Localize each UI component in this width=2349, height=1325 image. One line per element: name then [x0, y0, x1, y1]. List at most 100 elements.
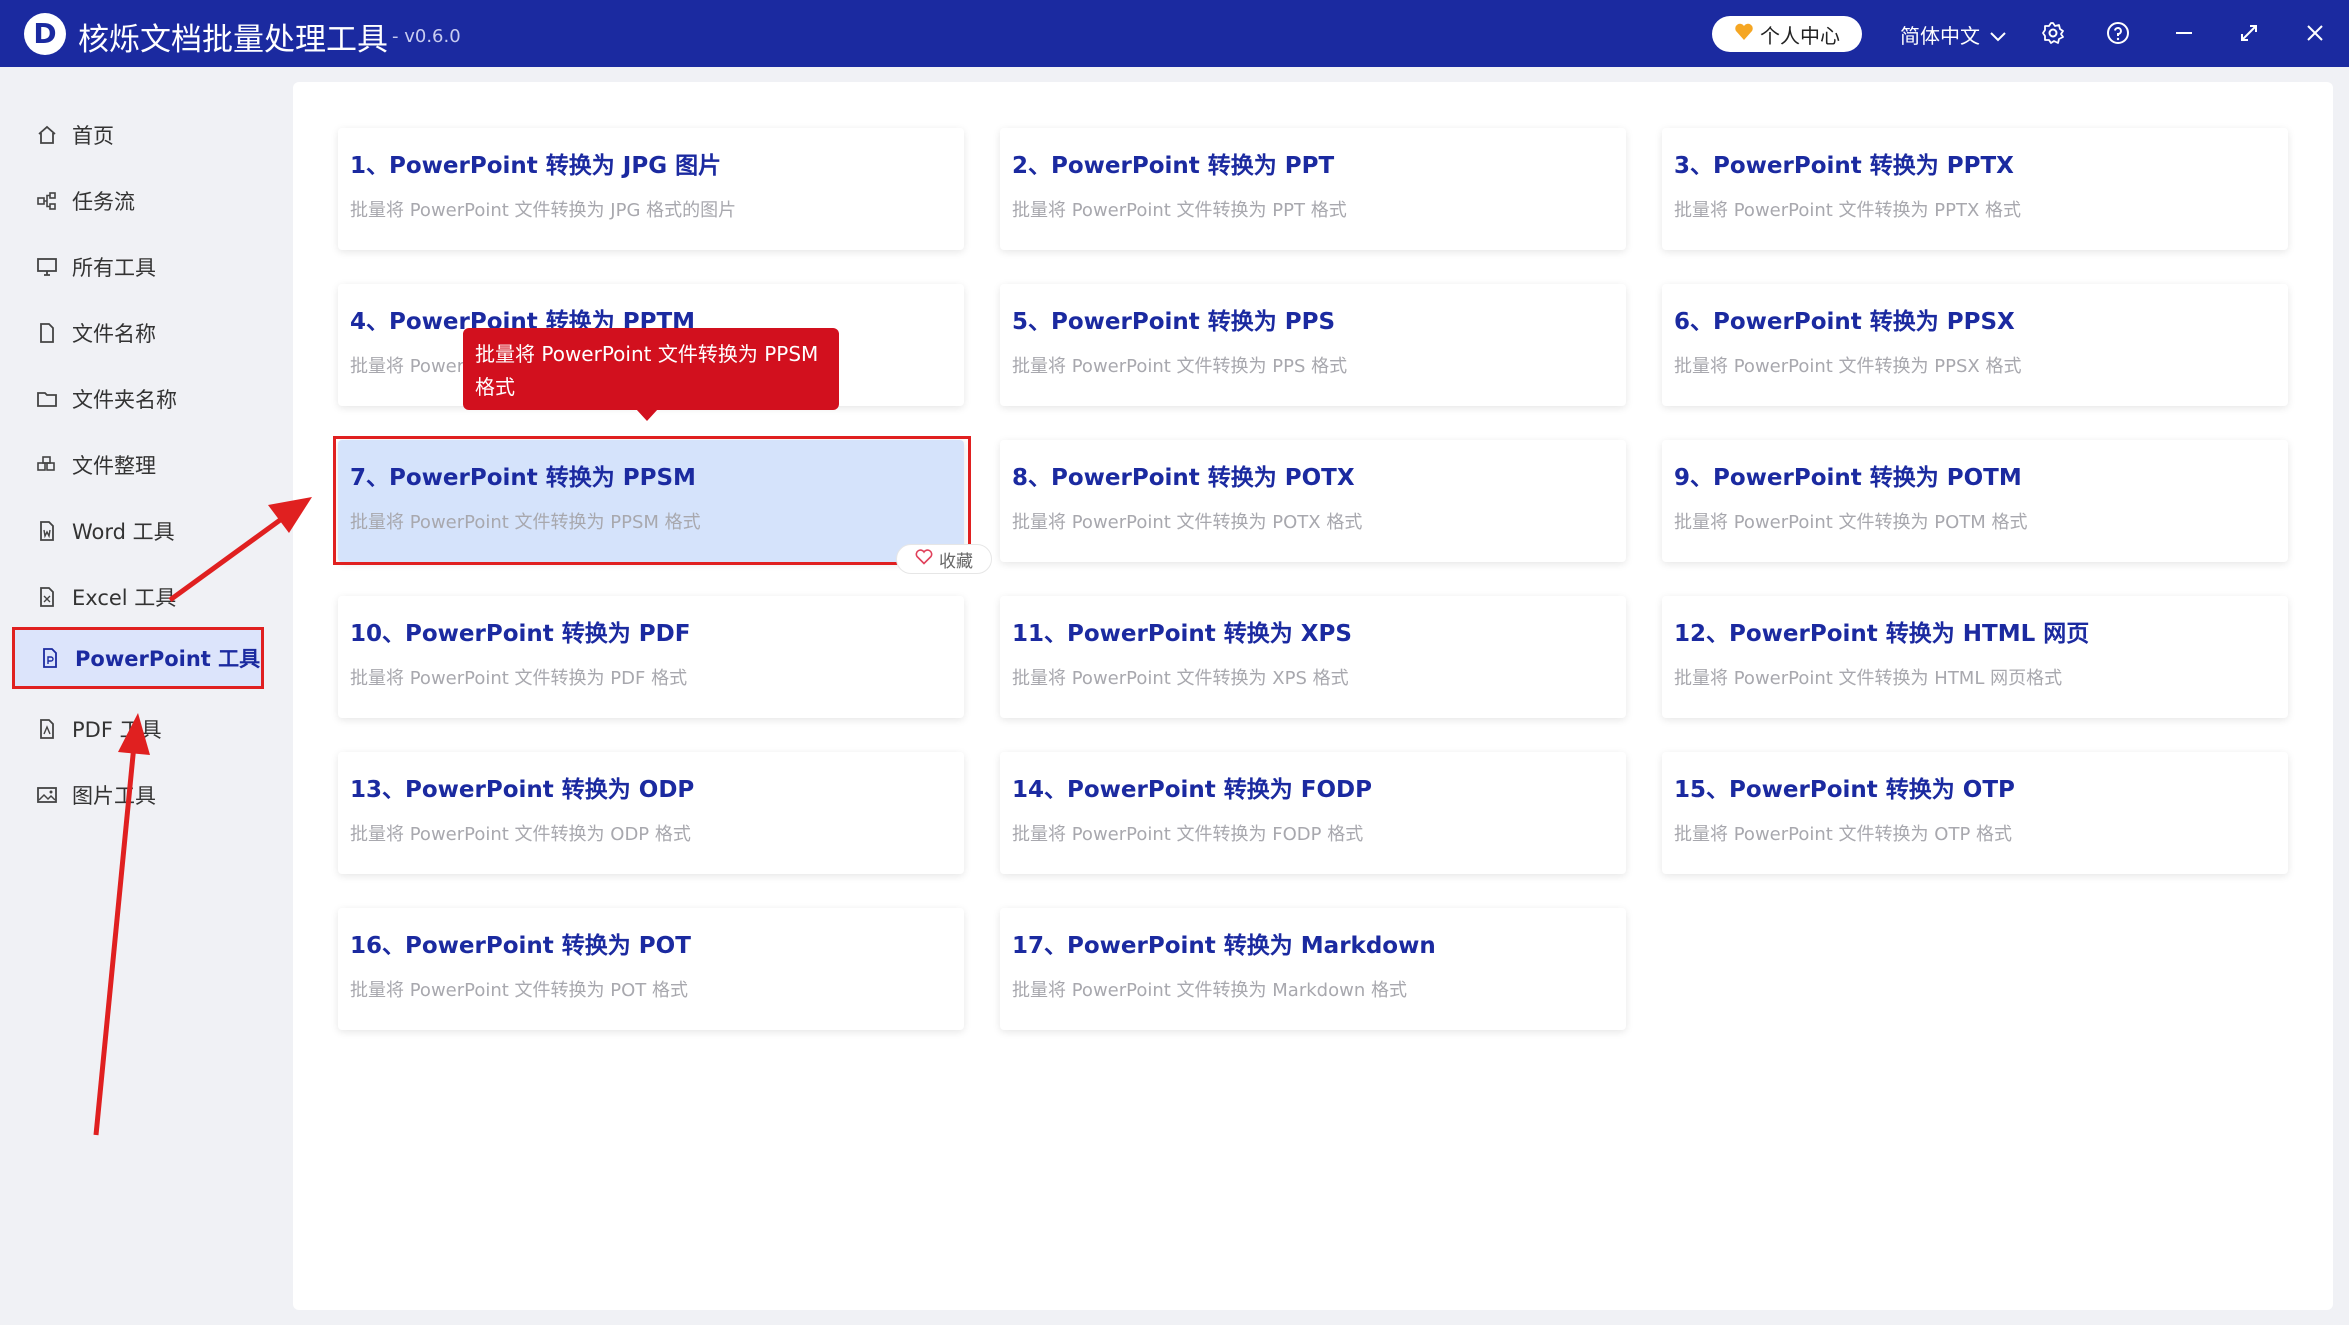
chevron-down-icon [1990, 23, 2006, 47]
tool-card-desc: 批量将 PowerPoint 文件转换为 FODP 格式 [1012, 824, 1364, 845]
sidebar-item-label: PDF 工具 [72, 718, 162, 742]
tool-card-ppt-to-jpg[interactable]: 1、PowerPoint 转换为 JPG 图片 批量将 PowerPoint 文… [338, 128, 964, 250]
tool-card-ppt-to-pdf[interactable]: 10、PowerPoint 转换为 PDF 批量将 PowerPoint 文件转… [338, 596, 964, 718]
sidebar-item-file-organize[interactable]: 文件整理 [12, 434, 264, 496]
tool-card-title: 15、PowerPoint 转换为 OTP [1674, 777, 2015, 803]
tool-card-title: 9、PowerPoint 转换为 POTM [1674, 465, 2022, 491]
tool-card-ppt-to-pot[interactable]: 16、PowerPoint 转换为 POT 批量将 PowerPoint 文件转… [338, 908, 964, 1030]
tool-card-ppt-to-potm[interactable]: 9、PowerPoint 转换为 POTM 批量将 PowerPoint 文件转… [1662, 440, 2288, 562]
tool-card-desc: 批量将 PowerPoint 文件转换为 Markdown 格式 [1012, 980, 1407, 1001]
favorite-button[interactable]: 收藏 [896, 544, 992, 574]
help-icon[interactable] [2101, 16, 2135, 50]
sidebar-item-word-tools[interactable]: Word 工具 [12, 500, 264, 562]
sidebar-item-label: Excel 工具 [72, 586, 177, 610]
app-title: 核烁文档批量处理工具 [78, 22, 388, 58]
app-version: - v0.6.0 [392, 26, 461, 47]
tool-card-desc: 批量将 PowerPoint 文件转换为 PPT 格式 [1012, 200, 1347, 221]
tool-card-ppt-to-pps[interactable]: 5、PowerPoint 转换为 PPS 批量将 PowerPoint 文件转换… [1000, 284, 1626, 406]
tool-card-title: 3、PowerPoint 转换为 PPTX [1674, 153, 2014, 179]
tool-card-desc: 批量将 PowerPoint 文件转换为 PPSX 格式 [1674, 356, 2022, 377]
tool-card-title: 14、PowerPoint 转换为 FODP [1012, 777, 1372, 803]
tool-card-ppt-to-ppsx[interactable]: 6、PowerPoint 转换为 PPSX 批量将 PowerPoint 文件转… [1662, 284, 2288, 406]
image-icon [36, 784, 58, 806]
tool-card-ppt-to-markdown[interactable]: 17、PowerPoint 转换为 Markdown 批量将 PowerPoin… [1000, 908, 1626, 1030]
tool-card-ppt-to-fodp[interactable]: 14、PowerPoint 转换为 FODP 批量将 PowerPoint 文件… [1000, 752, 1626, 874]
tool-card-title: 6、PowerPoint 转换为 PPSX [1674, 309, 2015, 335]
tool-card-desc: 批量将 PowerPoint 文件转换为 ODP 格式 [350, 824, 691, 845]
user-center-label: 个人中心 [1760, 23, 1840, 48]
minimize-icon[interactable] [2167, 16, 2201, 50]
tool-card-title: 17、PowerPoint 转换为 Markdown [1012, 933, 1436, 959]
sidebar-item-label: 文件整理 [72, 454, 156, 478]
vip-heart-icon [1734, 22, 1754, 46]
tool-card-title: 2、PowerPoint 转换为 PPT [1012, 153, 1335, 179]
tool-card-ppt-to-ppt[interactable]: 2、PowerPoint 转换为 PPT 批量将 PowerPoint 文件转换… [1000, 128, 1626, 250]
sidebar-item-label: 图片工具 [72, 784, 156, 808]
pdf-file-icon [36, 718, 58, 740]
sidebar-item-image-tools[interactable]: 图片工具 [12, 764, 264, 826]
language-label: 简体中文 [1900, 24, 1980, 48]
word-file-icon [36, 520, 58, 542]
sidebar-item-label: 文件夹名称 [72, 388, 177, 412]
tool-card-desc: 批量将 PowerPoint 文件转换为 JPG 格式的图片 [350, 200, 737, 221]
tool-card-title: 11、PowerPoint 转换为 XPS [1012, 621, 1352, 647]
tool-card-desc: 批量将 PowerPoint 文件转换为 PPTX 格式 [1674, 200, 2022, 221]
tool-card-title: 16、PowerPoint 转换为 POT [350, 933, 691, 959]
tool-card-title: 1、PowerPoint 转换为 JPG 图片 [350, 153, 722, 179]
organize-icon [36, 454, 58, 476]
ppt-file-icon [39, 647, 61, 669]
tool-card-desc: 批量将 PowerPoint 文件转换为 PDF 格式 [350, 668, 688, 689]
tool-card-ppt-to-pptx[interactable]: 3、PowerPoint 转换为 PPTX 批量将 PowerPoint 文件转… [1662, 128, 2288, 250]
tool-card-ppt-to-otp[interactable]: 15、PowerPoint 转换为 OTP 批量将 PowerPoint 文件转… [1662, 752, 2288, 874]
tool-card-desc: 批量将 PowerPoint 文件转换为 POT 格式 [350, 980, 689, 1001]
language-select[interactable]: 简体中文 [1900, 20, 2006, 49]
tool-card-ppt-to-odp[interactable]: 13、PowerPoint 转换为 ODP 批量将 PowerPoint 文件转… [338, 752, 964, 874]
tool-card-title: 8、PowerPoint 转换为 POTX [1012, 465, 1355, 491]
close-icon[interactable] [2298, 16, 2332, 50]
tool-card-title: 13、PowerPoint 转换为 ODP [350, 777, 695, 803]
sidebar-item-label: PowerPoint 工具 [75, 647, 261, 671]
tool-card-desc: 批量将 PowerPoint 文件转换为 XPS 格式 [1012, 668, 1349, 689]
sidebar-item-workflow[interactable]: 任务流 [12, 170, 264, 232]
tool-card-title: 10、PowerPoint 转换为 PDF [350, 621, 691, 647]
sidebar: 首页 任务流 所有工具 文件名称 文件夹名称 文件整理 Word 工具 Exce… [0, 67, 292, 1325]
tool-card-desc: 批量将 PowerPoint 文件转换为 PPS 格式 [1012, 356, 1348, 377]
sidebar-item-home[interactable]: 首页 [12, 104, 264, 166]
tool-card-desc: 批量将 PowerPoint 文件转换为 POTX 格式 [1012, 512, 1363, 533]
sidebar-item-powerpoint-tools[interactable]: PowerPoint 工具 [12, 627, 264, 689]
folder-icon [36, 388, 58, 410]
sidebar-item-label: 首页 [72, 124, 114, 148]
tool-card-ppt-to-xps[interactable]: 11、PowerPoint 转换为 XPS 批量将 PowerPoint 文件转… [1000, 596, 1626, 718]
tool-card-title: 5、PowerPoint 转换为 PPS [1012, 309, 1336, 335]
settings-icon[interactable] [2036, 16, 2070, 50]
favorite-label: 收藏 [939, 551, 973, 572]
sidebar-item-label: 所有工具 [72, 256, 156, 280]
user-center-button[interactable]: 个人中心 [1712, 16, 1862, 52]
sidebar-item-all-tools[interactable]: 所有工具 [12, 236, 264, 298]
excel-file-icon [36, 586, 58, 608]
sidebar-item-excel-tools[interactable]: Excel 工具 [12, 566, 264, 628]
heart-outline-icon [915, 548, 933, 570]
sidebar-item-pdf-tools[interactable]: PDF 工具 [12, 698, 264, 760]
home-icon [36, 124, 58, 146]
monitor-icon [36, 256, 58, 278]
tool-card-ppt-to-potx[interactable]: 8、PowerPoint 转换为 POTX 批量将 PowerPoint 文件转… [1000, 440, 1626, 562]
tool-tooltip: 批量将 PowerPoint 文件转换为 PPSM 格式 [463, 328, 839, 410]
tool-card-desc: 批量将 PowerPoint 文件转换为 POTM 格式 [1674, 512, 2028, 533]
sidebar-item-folder-name[interactable]: 文件夹名称 [12, 368, 264, 430]
maximize-icon[interactable] [2232, 16, 2266, 50]
tool-card-title: 12、PowerPoint 转换为 HTML 网页 [1674, 621, 2090, 647]
sidebar-item-label: 任务流 [72, 190, 135, 214]
app-logo: D [24, 13, 66, 55]
tool-card-desc: 批量将 PowerPoint 文件转换为 HTML 网页格式 [1674, 668, 2063, 689]
tool-card-ppt-to-html[interactable]: 12、PowerPoint 转换为 HTML 网页 批量将 PowerPoint… [1662, 596, 2288, 718]
sidebar-item-label: 文件名称 [72, 322, 156, 346]
tool-card-desc: 批量将 PowerPoint 文件转换为 OTP 格式 [1674, 824, 2013, 845]
sidebar-item-file-name[interactable]: 文件名称 [12, 302, 264, 364]
file-icon [36, 322, 58, 344]
sidebar-item-label: Word 工具 [72, 520, 175, 544]
tooltip-arrow [636, 409, 658, 421]
highlight-annotation-frame [333, 436, 971, 565]
title-bar: D 核烁文档批量处理工具 - v0.6.0 个人中心 简体中文 [0, 0, 2349, 67]
workflow-icon [36, 190, 58, 212]
